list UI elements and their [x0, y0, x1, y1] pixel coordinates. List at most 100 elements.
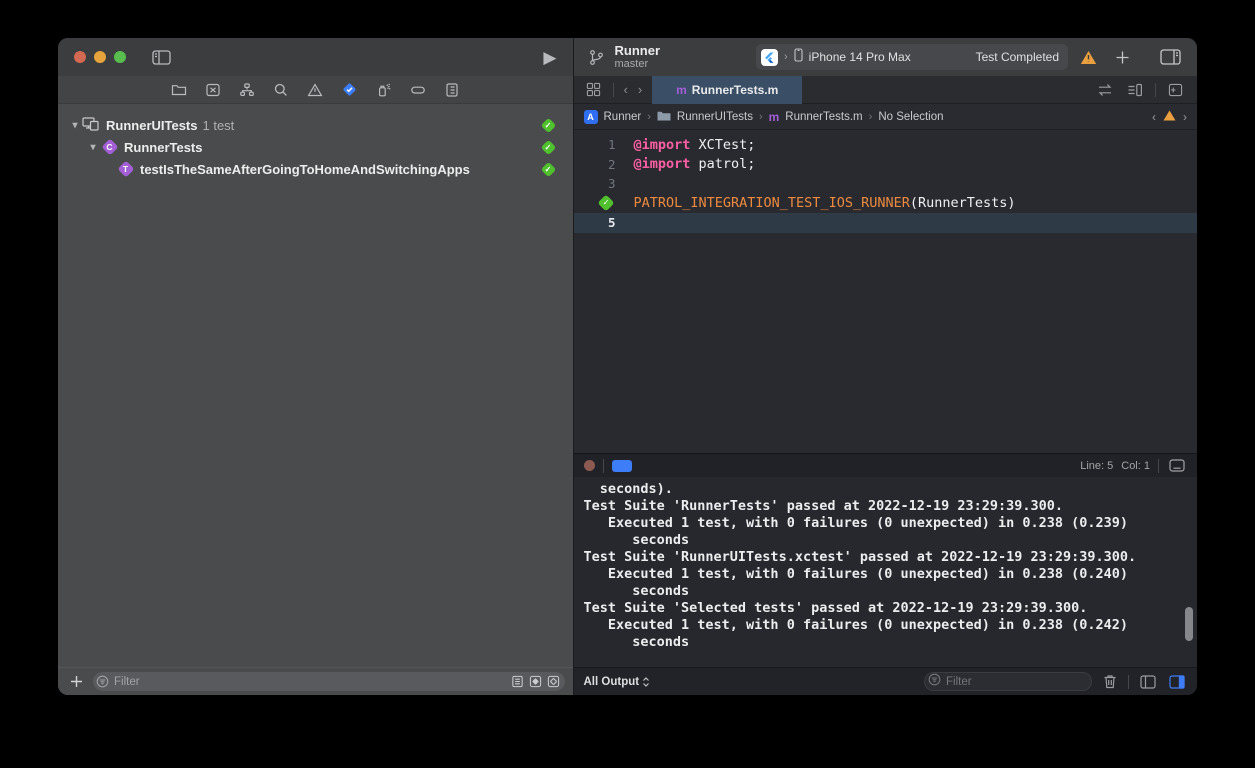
breakpoint-navigator-icon[interactable]: [408, 80, 428, 100]
scheme-selector[interactable]: › iPhone 14 Pro Max Test Completed: [756, 44, 1068, 70]
test-method-icon: T: [118, 162, 133, 177]
navigator-filter-bar: Filter: [58, 667, 573, 695]
go-forward-icon[interactable]: ›: [638, 82, 642, 97]
code-line[interactable]: 2 @import patrol;: [574, 155, 1198, 175]
objc-file-icon: m: [676, 83, 687, 97]
console-line: Test Suite 'RunnerTests' passed at 2022-…: [584, 498, 1198, 515]
show-report-icon[interactable]: [511, 675, 524, 688]
tree-row-runnertests[interactable]: ▾ C RunnerTests ✓: [58, 136, 573, 158]
navigator-bar: [58, 76, 573, 104]
console-line: seconds: [584, 634, 1198, 651]
console-line: Executed 1 test, with 0 failures (0 unex…: [584, 515, 1198, 532]
navigator-panel: ▶: [58, 38, 573, 695]
inspector-toggle-icon[interactable]: [1158, 47, 1183, 67]
code-token: (RunnerTests): [910, 195, 1016, 211]
next-issue-icon[interactable]: ›: [1183, 110, 1187, 124]
filter-failed-tests-icon[interactable]: [529, 675, 542, 688]
filter-placeholder: Filter: [114, 676, 506, 688]
crumb-separator: ›: [869, 111, 873, 123]
related-items-icon[interactable]: [584, 80, 603, 99]
editor-display-icon[interactable]: [1167, 457, 1187, 474]
flutter-scheme-icon: [761, 49, 778, 66]
crumb-separator: ›: [759, 111, 763, 123]
disclosure-icon[interactable]: ▾: [86, 142, 100, 153]
editor-panel: Runner master › iPhone 14 Pro Max Test C…: [573, 38, 1198, 695]
test-navigator-icon[interactable]: [339, 79, 360, 100]
zoom-window-button[interactable]: [114, 51, 126, 63]
crumb-project[interactable]: Runner: [604, 111, 642, 123]
crumb-group[interactable]: RunnerUITests: [677, 111, 753, 123]
test-passed-icon: ✓: [542, 141, 555, 154]
warning-count-icon[interactable]: [1080, 50, 1097, 65]
filter-icon: [96, 675, 109, 688]
tree-row-label: RunnerUITests: [106, 118, 198, 133]
project-status[interactable]: Runner master: [615, 44, 661, 70]
filter-placeholder: Filter: [946, 676, 972, 688]
project-navigator-icon[interactable]: [169, 80, 189, 100]
line-number: 2: [574, 157, 620, 172]
console-filter-field[interactable]: Filter: [924, 672, 1092, 691]
run-button[interactable]: ▶: [543, 49, 556, 66]
console-line: Test Suite 'Selected tests' passed at 20…: [584, 600, 1198, 617]
clear-console-icon[interactable]: [1101, 672, 1119, 691]
code-review-icon[interactable]: [1095, 81, 1115, 99]
library-add-icon[interactable]: [1113, 48, 1132, 67]
crumb-selection[interactable]: No Selection: [878, 111, 943, 123]
show-variables-view-icon[interactable]: [1138, 673, 1158, 691]
find-navigator-icon[interactable]: [271, 80, 291, 100]
console-line: seconds: [584, 583, 1198, 600]
code-line[interactable]: ✓ PATROL_INTEGRATION_TEST_IOS_RUNNER(Run…: [574, 194, 1198, 214]
source-control-branch-icon: [586, 47, 607, 68]
test-passed-icon: ✓: [542, 163, 555, 176]
xcode-window: ▶: [58, 38, 1197, 695]
code-line[interactable]: 3: [574, 174, 1198, 194]
code-line-current[interactable]: 5: [574, 213, 1198, 233]
objc-file-icon: m: [769, 110, 780, 124]
previous-issue-icon[interactable]: ‹: [1152, 110, 1156, 124]
left-titlebar: ▶: [58, 38, 573, 76]
breakpoint-indicator-icon[interactable]: [584, 460, 595, 471]
close-window-button[interactable]: [74, 51, 86, 63]
source-control-navigator-icon[interactable]: [203, 80, 223, 100]
console-line: seconds: [584, 532, 1198, 549]
activity-status: Test Completed: [976, 50, 1059, 64]
debug-console[interactable]: seconds). Test Suite 'RunnerTests' passe…: [574, 477, 1198, 667]
filter-flagged-tests-icon[interactable]: [547, 675, 560, 688]
console-line: seconds).: [584, 481, 1198, 498]
cursor-col-label: Col: 1: [1121, 460, 1150, 472]
code-editor[interactable]: 1 @import XCTest; 2 @import patrol; 3 ✓ …: [574, 130, 1198, 453]
tab-runnertests[interactable]: m RunnerTests.m: [652, 76, 802, 104]
go-back-icon[interactable]: ‹: [624, 82, 628, 97]
code-token: @import: [634, 137, 691, 153]
crumb-file[interactable]: RunnerTests.m: [785, 111, 862, 123]
cursor-line-label: Line: 5: [1080, 460, 1113, 472]
issue-warning-icon[interactable]: [1163, 110, 1176, 124]
show-console-view-icon[interactable]: [1167, 673, 1187, 691]
issue-navigator-icon[interactable]: [305, 80, 325, 100]
add-editor-icon[interactable]: [1166, 81, 1185, 99]
symbol-navigator-icon[interactable]: [237, 80, 257, 100]
run-destination-label[interactable]: iPhone 14 Pro Max: [809, 50, 911, 64]
debug-marker-icon[interactable]: [612, 460, 632, 472]
code-line[interactable]: 1 @import XCTest;: [574, 135, 1198, 155]
device-icon: [794, 48, 803, 67]
test-count-label: 1 test: [203, 118, 235, 133]
main-toolbar: Runner master › iPhone 14 Pro Max Test C…: [574, 38, 1198, 76]
add-test-plan-icon[interactable]: [68, 673, 85, 690]
minimize-window-button[interactable]: [94, 51, 106, 63]
output-selector[interactable]: All Output: [584, 676, 651, 688]
disclosure-icon[interactable]: ▾: [68, 120, 82, 131]
code-token: PATROL_INTEGRATION_TEST_IOS_RUNNER: [634, 195, 910, 211]
line-number: 1: [574, 137, 620, 152]
project-name: Runner: [615, 44, 661, 58]
adjust-editor-options-icon[interactable]: [1125, 81, 1145, 99]
run-test-diamond-icon[interactable]: ✓: [599, 196, 614, 211]
tree-row-test-method[interactable]: T testIsTheSameAfterGoingToHomeAndSwitch…: [58, 158, 573, 180]
tree-row-runneruitests[interactable]: ▾ RunnerUITests 1 test ✓: [58, 114, 573, 136]
debug-navigator-icon[interactable]: [374, 80, 394, 100]
navigator-filter-field[interactable]: Filter: [93, 672, 565, 691]
report-navigator-icon[interactable]: [442, 80, 462, 100]
toggle-sidebar-icon[interactable]: [150, 48, 173, 67]
console-scrollbar[interactable]: [1185, 607, 1193, 641]
test-passed-icon: ✓: [542, 119, 555, 132]
